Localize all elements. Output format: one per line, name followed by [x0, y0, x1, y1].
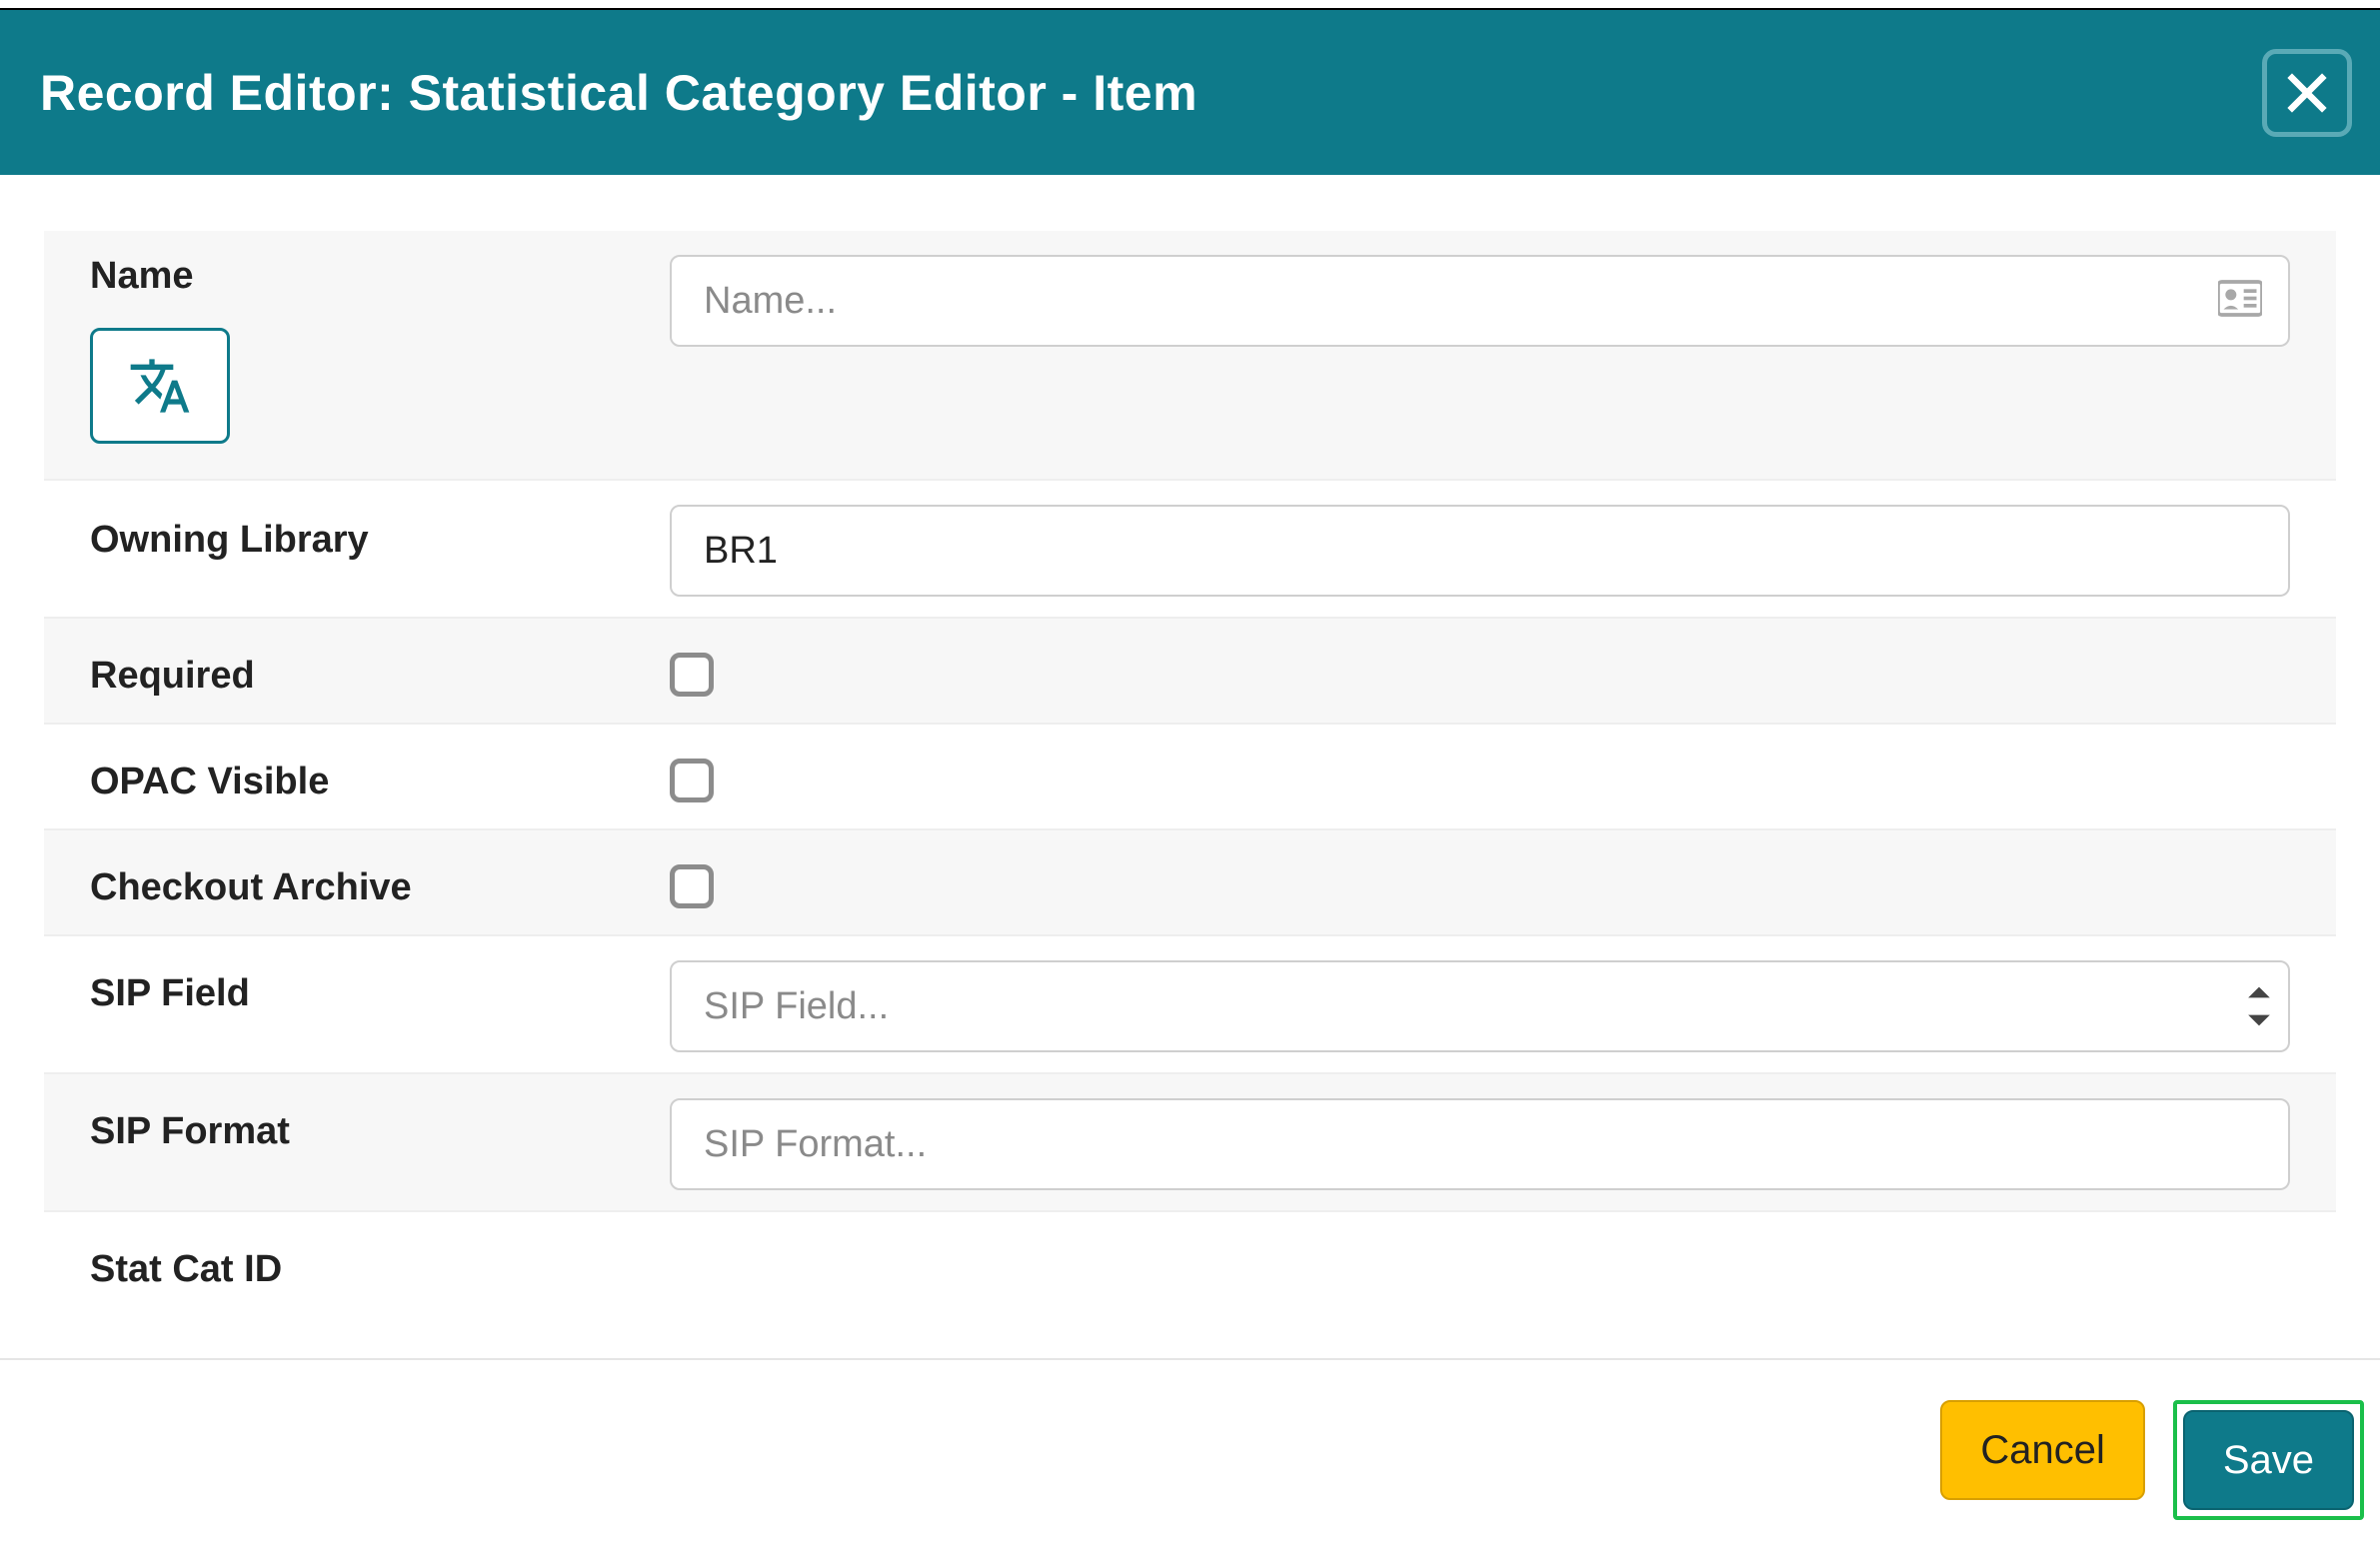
close-icon — [2281, 67, 2333, 119]
field-row-checkout-archive: Checkout Archive — [44, 830, 2336, 936]
opac-visible-checkbox[interactable] — [670, 759, 714, 802]
stat-cat-id-label: Stat Cat ID — [90, 1232, 670, 1291]
chevron-up-icon — [2246, 983, 2272, 1001]
required-checkbox[interactable] — [670, 653, 714, 697]
save-highlight-box: Save — [2173, 1400, 2364, 1520]
sip-format-input[interactable] — [670, 1098, 2290, 1190]
field-row-sip-field: SIP Field — [44, 936, 2336, 1074]
checkout-archive-label: Checkout Archive — [90, 850, 670, 909]
sip-field-combobox[interactable] — [670, 960, 2290, 1052]
sip-field-label: SIP Field — [90, 956, 670, 1015]
required-control — [670, 639, 2290, 697]
owning-library-label: Owning Library — [90, 501, 670, 562]
name-label-block: Name — [90, 251, 670, 444]
opac-visible-label: OPAC Visible — [90, 745, 670, 803]
field-row-opac-visible: OPAC Visible — [44, 725, 2336, 830]
owning-library-input[interactable] — [670, 505, 2290, 597]
translate-icon — [128, 354, 192, 418]
stat-cat-id-value — [670, 1232, 2290, 1236]
name-label: Name — [90, 251, 670, 298]
sip-field-control — [670, 956, 2290, 1052]
field-row-stat-cat-id: Stat Cat ID — [44, 1212, 2336, 1322]
field-row-name: Name — [44, 231, 2336, 481]
top-nav-strip — [0, 0, 2380, 10]
dialog-title: Record Editor: Statistical Category Edit… — [40, 64, 1197, 122]
save-button[interactable]: Save — [2183, 1410, 2354, 1510]
spinner-arrows[interactable] — [2246, 983, 2272, 1029]
name-input[interactable] — [670, 255, 2290, 347]
opac-visible-control — [670, 745, 2290, 802]
owning-library-control — [670, 501, 2290, 597]
contact-card-icon — [2218, 280, 2262, 323]
chevron-down-icon — [2246, 1011, 2272, 1029]
close-button[interactable] — [2262, 49, 2352, 137]
name-control — [670, 251, 2290, 347]
sip-format-control — [670, 1094, 2290, 1190]
dialog-header: Record Editor: Statistical Category Edit… — [0, 10, 2380, 175]
dialog-footer: Cancel Save — [0, 1360, 2380, 1560]
checkout-archive-control — [670, 850, 2290, 908]
field-row-owning-library: Owning Library — [44, 481, 2336, 619]
field-row-sip-format: SIP Format — [44, 1074, 2336, 1212]
required-label: Required — [90, 639, 670, 698]
field-row-required: Required — [44, 619, 2336, 725]
form-body: Name — [0, 175, 2380, 1322]
translate-button[interactable] — [90, 328, 230, 444]
checkout-archive-checkbox[interactable] — [670, 864, 714, 908]
cancel-button[interactable]: Cancel — [1940, 1400, 2145, 1500]
sip-format-label: SIP Format — [90, 1094, 670, 1153]
name-input-wrap — [670, 255, 2290, 347]
